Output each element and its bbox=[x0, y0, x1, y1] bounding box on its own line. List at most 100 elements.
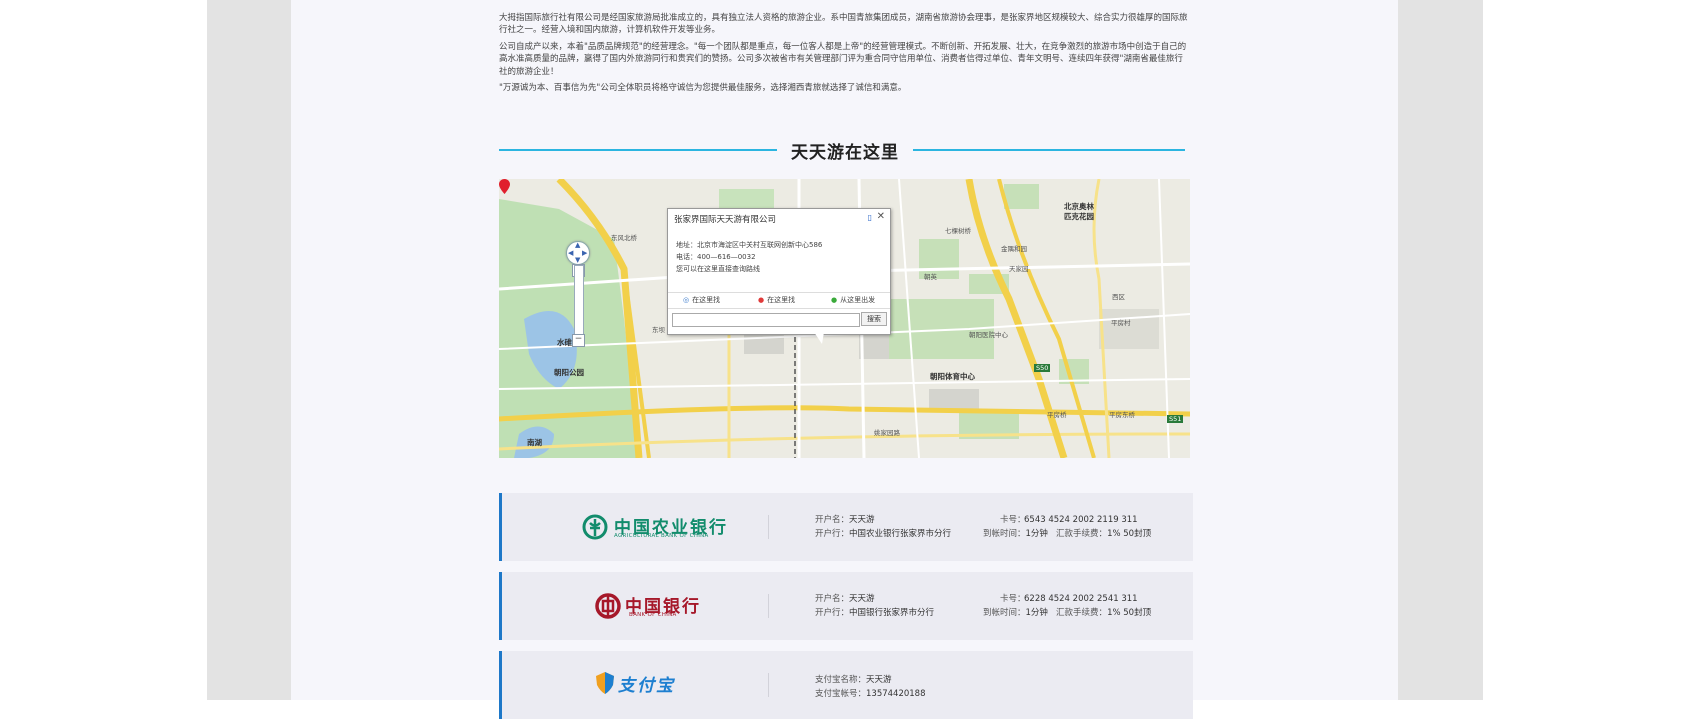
map-label: 朝英 bbox=[924, 273, 937, 281]
zoom-out-button[interactable]: − bbox=[572, 334, 585, 347]
field-label: 卡号： bbox=[1000, 594, 1026, 604]
mobile-phone-icon[interactable]: ▯ bbox=[868, 213, 872, 222]
map-label: 水碓 bbox=[557, 338, 572, 347]
company-intro: 大拇指国际旅行社有限公司是经国家旅游局批准成立的，具有独立法人资格的旅游企业。系… bbox=[499, 12, 1189, 98]
field-value: 天天游 bbox=[849, 515, 875, 525]
popup-phone: 电话：400—616—0032 bbox=[676, 253, 756, 261]
field-label: 支付宝帐号： bbox=[815, 689, 867, 699]
bank-name-en: AGRICULTURAL BANK OF CHINA bbox=[614, 533, 709, 539]
map-label: 朝阳医院中心 bbox=[969, 331, 1008, 339]
intro-paragraph: 大拇指国际旅行社有限公司是经国家旅游局批准成立的，具有独立法人资格的旅游企业。系… bbox=[499, 13, 1188, 36]
location-map[interactable]: 朝阳公园 水碓 南湖 东风北桥 北京奥林 匹克花园 朝阳体育中心 朝阳医院中心 … bbox=[499, 179, 1190, 458]
field-value: 1% 50封顶 bbox=[1107, 529, 1152, 539]
field-label: 开户名： bbox=[815, 594, 850, 604]
section-title: 天天游在这里 bbox=[791, 143, 899, 163]
map-label: 平房东桥 bbox=[1109, 411, 1135, 419]
field-label: 开户行： bbox=[815, 529, 850, 539]
map-label: 东风北桥 bbox=[611, 234, 637, 242]
intro-paragraph: 公司自成产以来，本着"品质品牌规范"的经营理念。"每一个团队都是重点，每一位客人… bbox=[499, 41, 1187, 77]
field-label: 汇款手续费： bbox=[1056, 608, 1108, 618]
map-label: 金隅和园 bbox=[1001, 245, 1027, 253]
intro-paragraph: "万源诚为本、百事信为先"公司全体职员将格守诚信为您提供最佳服务，选择湘西青旅就… bbox=[499, 83, 907, 94]
field-label: 汇款手续费： bbox=[1056, 529, 1108, 539]
field-value: 13574420188 bbox=[866, 689, 926, 699]
alipay-account-number: 支付宝帐号：13574420188 bbox=[815, 687, 926, 699]
map-label: 天家园 bbox=[1009, 265, 1029, 273]
heading-divider-right bbox=[913, 149, 1185, 151]
alipay-account-name: 支付宝名称：天天游 bbox=[815, 673, 892, 685]
location-pin-icon: ● bbox=[831, 296, 838, 304]
field-label: 支付宝名称： bbox=[815, 675, 867, 685]
field-label: 到帐时间： bbox=[983, 608, 1026, 618]
map-label: 南湖 bbox=[527, 438, 542, 447]
pan-up-icon[interactable]: ▲ bbox=[575, 241, 580, 249]
card-number: 卡号：6543 4524 2002 2119 311 bbox=[1000, 513, 1138, 525]
bank-card-boc: 中国银行 BANK OF CHINA 开户名：天天游 开户行：中国银行张家界市分… bbox=[499, 572, 1193, 640]
field-value: 6228 4524 2002 2541 311 bbox=[1024, 594, 1138, 604]
account-branch: 开户行：中国银行张家界市分行 bbox=[815, 606, 934, 618]
page-shadow-right bbox=[1398, 0, 1483, 700]
field-value: 1分钟 bbox=[1025, 529, 1048, 539]
payment-card-alipay: 支付宝 支付宝名称：天天游 支付宝帐号：13574420188 bbox=[499, 651, 1193, 719]
pan-down-icon[interactable]: ▼ bbox=[575, 256, 580, 264]
field-label: 开户行： bbox=[815, 608, 850, 618]
bank-name-en: BANK OF CHINA bbox=[629, 612, 677, 618]
close-icon[interactable]: ✕ bbox=[877, 211, 885, 222]
alipay-name: 支付宝 bbox=[618, 676, 675, 696]
search-button[interactable]: 搜索 bbox=[861, 312, 887, 326]
field-value: 天天游 bbox=[849, 594, 875, 604]
tab-find-here[interactable]: ● 在这里找 bbox=[758, 295, 795, 305]
map-pan-control[interactable]: ▲ ▼ ◀ ▶ bbox=[566, 241, 590, 265]
divider bbox=[768, 673, 769, 697]
popup-pointer bbox=[814, 332, 824, 344]
abc-logo: 中国农业银行 AGRICULTURAL BANK OF CHINA bbox=[582, 512, 732, 544]
map-label: 平房桥 bbox=[1047, 411, 1067, 419]
field-value: 天天游 bbox=[866, 675, 892, 685]
zoom-slider[interactable] bbox=[574, 265, 584, 337]
transfer-info: 到帐时间：1分钟 汇款手续费：1% 50封顶 bbox=[983, 527, 1151, 539]
popup-address: 地址：北京市海淀区中关村互联网创新中心586 bbox=[676, 241, 823, 249]
map-label: 姚家园路 bbox=[874, 429, 900, 437]
field-value: 1% 50封顶 bbox=[1107, 608, 1152, 618]
account-holder: 开户名：天天游 bbox=[815, 513, 875, 525]
divider bbox=[768, 515, 769, 539]
tab-search-here[interactable]: ◎ 在这里找 bbox=[683, 295, 720, 305]
tab-label: 在这里找 bbox=[767, 296, 796, 304]
alipay-logo: 支付宝 bbox=[596, 671, 746, 703]
map-label: 朝阳体育中心 bbox=[930, 372, 975, 381]
map-label: 平房村 bbox=[1111, 319, 1131, 327]
pan-right-icon[interactable]: ▶ bbox=[582, 249, 587, 257]
popup-tabs: ◎ 在这里找 ● 在这里找 ● 从这里出发 bbox=[668, 292, 890, 309]
search-icon: ◎ bbox=[683, 296, 690, 304]
map-label: 东坝 bbox=[652, 326, 665, 334]
map-label: 七棵树桥 bbox=[945, 227, 971, 235]
boc-emblem-icon bbox=[595, 593, 621, 619]
location-marker-icon[interactable] bbox=[499, 179, 510, 194]
tab-label: 在这里找 bbox=[692, 296, 721, 304]
tab-depart-from-here[interactable]: ● 从这里出发 bbox=[831, 295, 875, 305]
map-label: 西区 bbox=[1112, 293, 1125, 301]
alipay-shield-icon bbox=[596, 672, 614, 694]
location-pin-icon: ● bbox=[758, 296, 765, 304]
transfer-info: 到帐时间：1分钟 汇款手续费：1% 50封顶 bbox=[983, 606, 1151, 618]
divider bbox=[768, 594, 769, 618]
section-heading: 天天游在这里 bbox=[499, 136, 1185, 164]
boc-logo: 中国银行 BANK OF CHINA bbox=[595, 591, 745, 623]
pan-left-icon[interactable]: ◀ bbox=[568, 249, 573, 257]
field-label: 开户名： bbox=[815, 515, 850, 525]
popup-hint: 您可以在这里直接查询路线 bbox=[676, 265, 760, 273]
map-label: 匹克花园 bbox=[1064, 212, 1094, 221]
field-label: 卡号： bbox=[1000, 515, 1026, 525]
field-value: 6543 4524 2002 2119 311 bbox=[1024, 515, 1138, 525]
field-value: 中国银行张家界市分行 bbox=[849, 608, 935, 618]
tab-label: 从这里出发 bbox=[840, 296, 876, 304]
heading-divider-left bbox=[499, 149, 777, 151]
account-branch: 开户行：中国农业银行张家界市分行 bbox=[815, 527, 951, 539]
map-info-window: 张家界国际天天游有限公司 ▯ ✕ 地址：北京市海淀区中关村互联网创新中心586 … bbox=[667, 208, 891, 335]
map-road-marker: S51 bbox=[1167, 415, 1184, 423]
bank-card-abc: 中国农业银行 AGRICULTURAL BANK OF CHINA 开户名：天天… bbox=[499, 493, 1193, 561]
field-value: 中国农业银行张家界市分行 bbox=[849, 529, 952, 539]
route-search-input[interactable] bbox=[672, 313, 860, 327]
card-number: 卡号：6228 4524 2002 2541 311 bbox=[1000, 592, 1138, 604]
abc-emblem-icon bbox=[582, 514, 608, 540]
